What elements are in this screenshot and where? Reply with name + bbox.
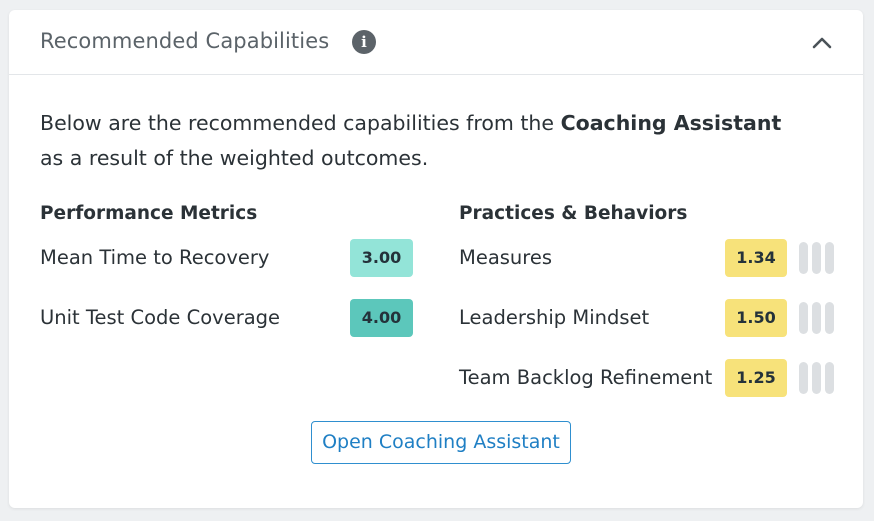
metric-label: Unit Test Code Coverage xyxy=(40,306,281,329)
performance-metrics-title: Performance Metrics xyxy=(40,203,258,224)
practice-label: Team Backlog Refinement xyxy=(459,366,713,389)
metric-label: Mean Time to Recovery xyxy=(40,246,270,269)
coaching-assistant-name: Coaching Assistant xyxy=(560,111,782,135)
recommended-capabilities-card: Recommended Capabilities i Below are the… xyxy=(9,10,863,508)
collapse-button[interactable] xyxy=(809,30,835,56)
intro-text: Below are the recommended capabilities f… xyxy=(40,106,830,176)
info-icon[interactable]: i xyxy=(352,30,376,54)
drag-handle-icon[interactable] xyxy=(799,240,835,276)
card-title: Recommended Capabilities xyxy=(40,29,330,53)
metric-score-badge: 4.00 xyxy=(350,299,413,337)
practice-label: Measures xyxy=(459,246,553,269)
card-header: Recommended Capabilities i xyxy=(9,10,863,75)
practice-label: Leadership Mindset xyxy=(459,306,650,329)
metric-score-badge: 3.00 xyxy=(350,239,413,277)
practice-score-badge: 1.50 xyxy=(725,299,787,337)
open-coaching-assistant-button[interactable]: Open Coaching Assistant xyxy=(311,421,571,464)
practice-score-badge: 1.25 xyxy=(725,359,787,397)
practices-behaviors-title: Practices & Behaviors xyxy=(459,203,688,224)
drag-handle-icon[interactable] xyxy=(799,360,835,396)
intro-suffix: as a result of the weighted outcomes. xyxy=(40,146,429,170)
practice-score-badge: 1.34 xyxy=(725,239,787,277)
chevron-up-icon xyxy=(812,37,832,49)
drag-handle-icon[interactable] xyxy=(799,300,835,336)
intro-prefix: Below are the recommended capabilities f… xyxy=(40,111,555,135)
